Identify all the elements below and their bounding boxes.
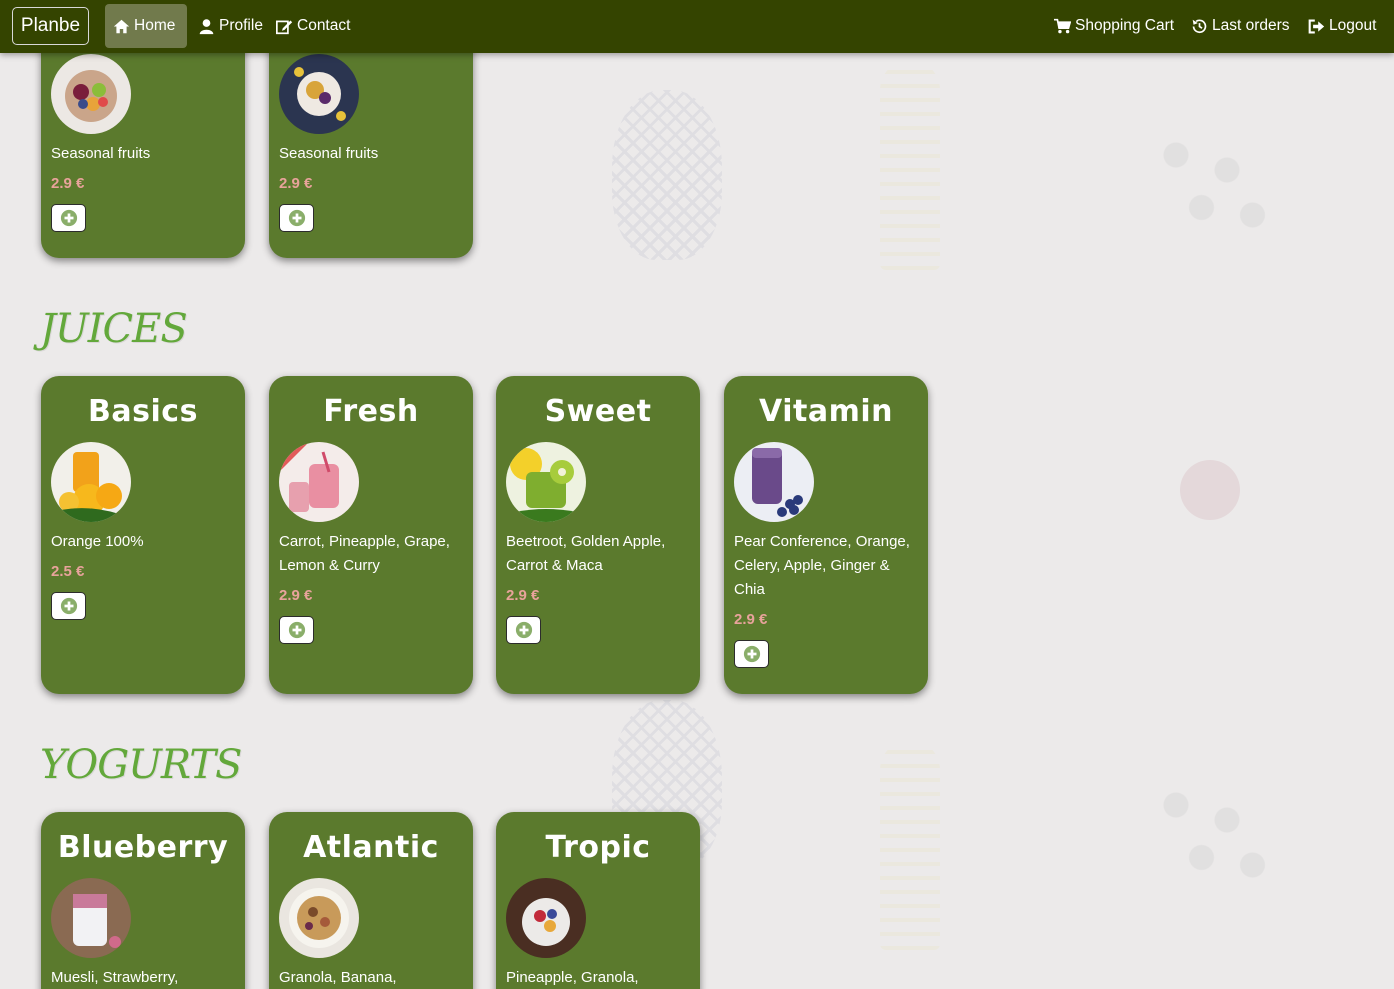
nav-last-orders-label: Last orders	[1212, 17, 1290, 34]
granola-bowl-image	[279, 878, 359, 958]
product-title: Tropic	[545, 830, 651, 865]
nav-profile[interactable]: Profile	[198, 4, 263, 48]
product-description: Seasonal fruits	[51, 145, 151, 162]
product-price: 2.9 €	[734, 611, 768, 628]
product-title: Atlantic	[303, 830, 439, 865]
carrot-decoration	[880, 60, 940, 270]
product-price: 2.5 €	[51, 563, 85, 580]
product-description: Muesli, Strawberry,	[51, 969, 179, 986]
product-title: Sweet	[544, 394, 652, 429]
edit-icon	[276, 18, 293, 35]
raspberry-decoration	[1125, 110, 1295, 260]
nav-logout[interactable]: Logout	[1308, 4, 1376, 48]
tropic-bowl-image	[506, 878, 586, 958]
plus-circle-icon	[743, 645, 760, 663]
section-title-juices: JUICES	[40, 306, 188, 352]
product-price: 2.9 €	[51, 175, 85, 192]
product-card-vitamin: Vitamin Pear Conference, Orange, Celery,…	[724, 376, 928, 694]
navbar: Planbe Home Profile Contact Shopping Car…	[0, 0, 1394, 53]
carrot-decoration	[880, 740, 940, 950]
nav-home-label: Home	[134, 17, 176, 34]
blueberry-smoothie-image	[734, 442, 814, 522]
add-to-cart-button[interactable]	[51, 592, 86, 620]
product-description: Carrot, Pineapple, Grape, Lemon & Curry	[279, 533, 450, 574]
nav-contact-label: Contact	[297, 17, 351, 34]
nav-profile-label: Profile	[219, 17, 263, 34]
product-title: Vitamin	[759, 394, 893, 429]
add-to-cart-button[interactable]	[51, 204, 86, 232]
product-card-fresh: Fresh Carrot, Pineapple, Grape, Lemon & …	[269, 376, 473, 694]
fruit-bowl-image	[279, 54, 359, 134]
product-description: Beetroot, Golden Apple, Carrot & Maca	[506, 533, 666, 574]
product-title: Blueberry	[57, 830, 229, 865]
nav-shopping-cart[interactable]: Shopping Cart	[1054, 4, 1174, 48]
plus-circle-icon	[60, 209, 77, 227]
product-price: 2.9 €	[506, 587, 540, 604]
pink-juice-image	[279, 442, 359, 522]
history-icon	[1191, 18, 1208, 35]
fruit-plate-image	[51, 54, 131, 134]
product-card-tropic: Tropic Pineapple, Granola,	[496, 812, 700, 989]
product-price: 2.9 €	[279, 175, 313, 192]
product-description: Pineapple, Granola,	[506, 969, 639, 986]
product-price: 2.9 €	[279, 587, 313, 604]
kiwi-juice-image	[506, 442, 586, 522]
product-title: Basics	[88, 394, 198, 429]
product-card-basics: Basics Orange 100% 2.5 €	[41, 376, 245, 694]
product-description: Pear Conference, Orange, Celery, Apple, …	[734, 533, 910, 598]
plus-circle-icon	[288, 621, 305, 639]
plus-circle-icon	[60, 597, 77, 615]
orange-juice-image	[51, 442, 131, 522]
pineapple-decoration	[612, 90, 722, 260]
product-description: Seasonal fruits	[279, 145, 379, 162]
product-description: Orange 100%	[51, 533, 144, 550]
product-card-blueberry: Blueberry Muesli, Strawberry,	[41, 812, 245, 989]
nav-last-orders[interactable]: Last orders	[1191, 4, 1290, 48]
raspberry-decoration	[1125, 760, 1295, 910]
product-description: Granola, Banana,	[279, 969, 397, 986]
home-icon	[113, 18, 130, 35]
nav-logout-label: Logout	[1329, 17, 1377, 34]
section-title-yogurts: YOGURTS	[40, 742, 242, 788]
add-to-cart-button[interactable]	[734, 640, 769, 668]
nav-shopping-cart-label: Shopping Cart	[1075, 17, 1175, 34]
nav-contact[interactable]: Contact	[276, 4, 350, 48]
add-to-cart-button[interactable]	[279, 616, 314, 644]
product-card-sweet: Sweet Beetroot, Golden Apple, Carrot & M…	[496, 376, 700, 694]
add-to-cart-button[interactable]	[506, 616, 541, 644]
plus-circle-icon	[288, 209, 305, 227]
brand-logo[interactable]: Planbe	[12, 7, 89, 45]
nav-home[interactable]: Home	[105, 4, 187, 48]
plus-circle-icon	[515, 621, 532, 639]
product-card-atlantic: Atlantic Granola, Banana,	[269, 812, 473, 989]
logout-icon	[1308, 18, 1325, 35]
user-icon	[198, 18, 215, 35]
cherry-decoration	[1180, 460, 1240, 520]
add-to-cart-button[interactable]	[279, 204, 314, 232]
product-title: Fresh	[323, 394, 419, 429]
cart-icon	[1054, 18, 1071, 35]
yogurt-jar-image	[51, 878, 131, 958]
